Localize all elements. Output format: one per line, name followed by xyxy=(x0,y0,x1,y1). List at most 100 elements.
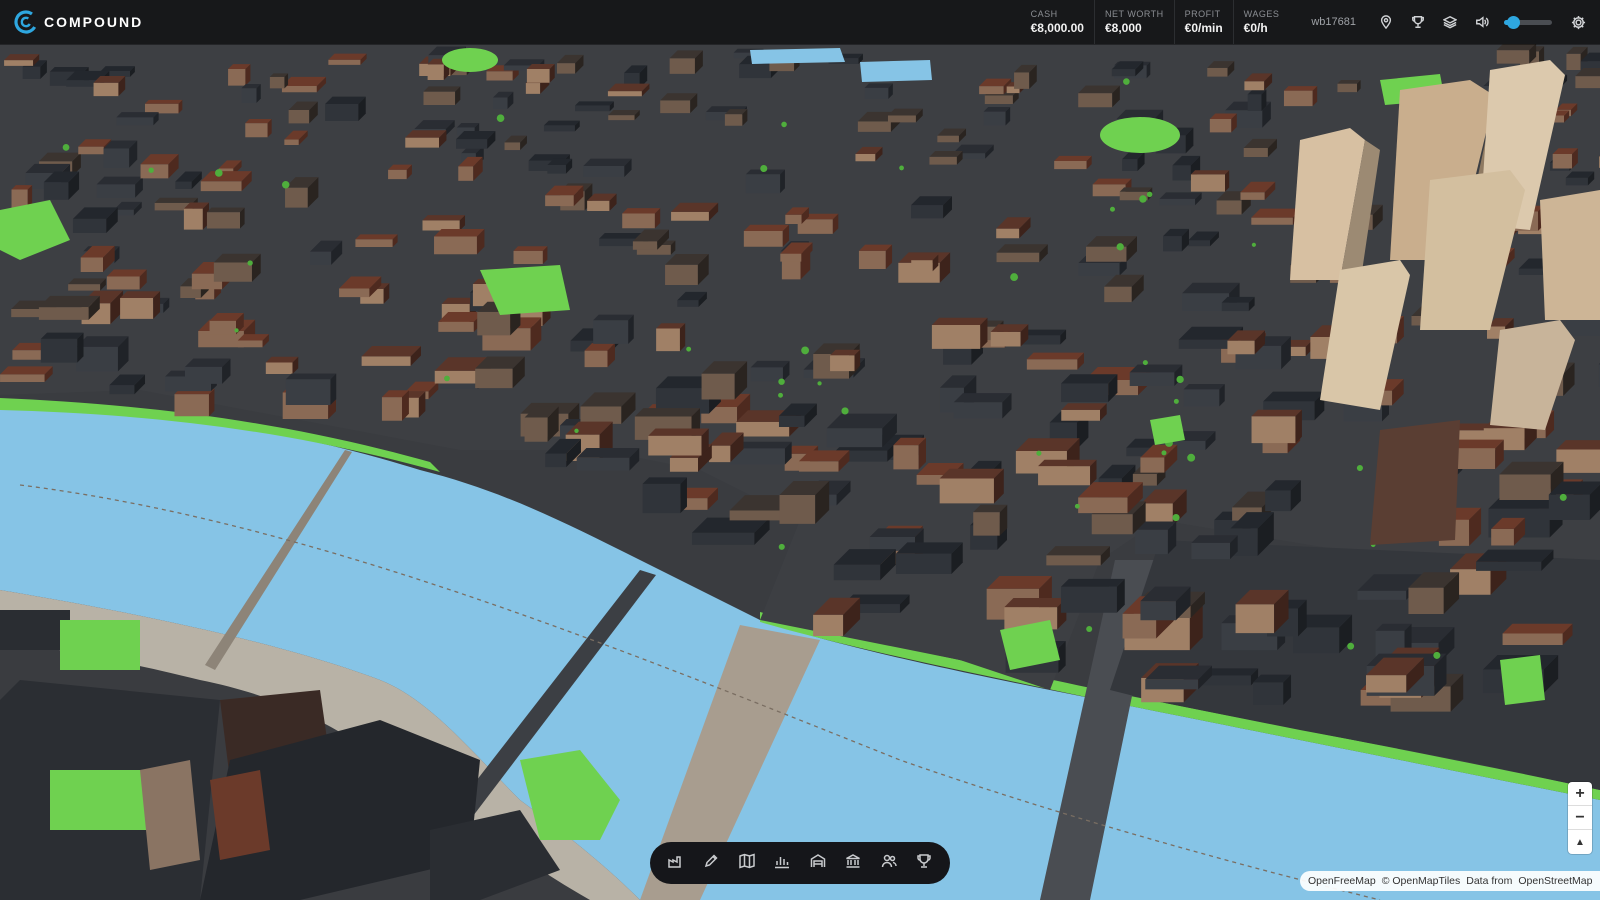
building-facade xyxy=(288,110,310,124)
dock-bank-button[interactable] xyxy=(837,847,869,879)
dock-trophy-button[interactable] xyxy=(908,847,940,879)
settings-gear-icon[interactable] xyxy=(1562,0,1594,44)
building xyxy=(355,234,398,248)
building xyxy=(648,428,709,456)
tree xyxy=(1433,651,1441,659)
building xyxy=(665,253,709,286)
building-roof xyxy=(1191,535,1238,543)
building-facade xyxy=(140,164,169,179)
building-roof xyxy=(543,120,580,126)
zoom-out-button[interactable]: − xyxy=(1568,806,1592,830)
building-facade xyxy=(103,148,130,168)
building-facade xyxy=(0,374,45,382)
zoom-in-button[interactable]: + xyxy=(1568,782,1592,806)
building-facade xyxy=(175,181,192,189)
tree xyxy=(215,169,223,177)
building-roof xyxy=(743,224,790,231)
building-facade xyxy=(724,114,743,126)
building-facade xyxy=(1178,339,1230,349)
building-facade xyxy=(575,105,610,112)
building-roof xyxy=(106,269,147,277)
building-facade xyxy=(973,512,1000,536)
attribution-openstreetmap-link[interactable]: OpenStreetMap xyxy=(1518,875,1592,887)
building-facade xyxy=(576,457,630,471)
building-facade xyxy=(1337,83,1358,93)
building-facade xyxy=(96,184,136,198)
location-pin-icon[interactable] xyxy=(1370,0,1402,44)
building-facade xyxy=(1476,561,1542,571)
building xyxy=(1060,578,1125,613)
city-map-3d[interactable] xyxy=(0,0,1600,900)
tree xyxy=(1176,375,1184,384)
warehouse-icon xyxy=(810,853,826,874)
trophy-icon[interactable] xyxy=(1402,0,1434,44)
building-facade xyxy=(228,69,246,86)
volume-slider-knob[interactable] xyxy=(1506,15,1520,29)
building-roof xyxy=(1263,391,1325,402)
building xyxy=(422,215,466,231)
building-facade xyxy=(931,325,981,349)
tree xyxy=(1172,513,1180,522)
building-facade xyxy=(1061,409,1101,421)
tree xyxy=(778,392,783,398)
building-facade xyxy=(1207,67,1228,77)
layers-icon[interactable] xyxy=(1434,0,1466,44)
dock-factory-button[interactable] xyxy=(660,847,692,879)
map-canvas[interactable] xyxy=(0,0,1600,900)
building-facade xyxy=(911,205,944,219)
bar-chart-icon xyxy=(774,853,790,874)
bank-icon xyxy=(845,853,861,874)
building-facade xyxy=(1243,147,1268,158)
building-facade xyxy=(858,250,886,269)
building xyxy=(265,356,299,375)
dock-map-button[interactable] xyxy=(731,847,763,879)
building-roof xyxy=(1038,459,1097,467)
park-small-1 xyxy=(1150,415,1185,445)
stat-wages-label: WAGES xyxy=(1243,9,1280,19)
dock-warehouse-button[interactable] xyxy=(802,847,834,879)
building-facade xyxy=(284,139,299,146)
building-facade xyxy=(911,260,933,272)
dock-stats-button[interactable] xyxy=(766,847,798,879)
tree xyxy=(899,165,904,171)
building-roof xyxy=(434,229,485,237)
building-facade xyxy=(1026,359,1078,370)
building-facade xyxy=(200,181,242,192)
building-facade xyxy=(1054,160,1087,170)
tree xyxy=(1173,398,1179,404)
building-facade xyxy=(1496,50,1530,64)
building-facade xyxy=(708,445,731,463)
top-bar: COMPOUND CASH €8,000.00 NET WORTH €8,000… xyxy=(0,0,1600,44)
building-facade xyxy=(281,86,317,93)
volume-icon[interactable] xyxy=(1466,0,1498,44)
building-facade xyxy=(206,212,241,229)
dock-people-button[interactable] xyxy=(873,847,905,879)
attribution-openmaptiles-link[interactable]: © OpenMapTiles xyxy=(1382,875,1461,887)
building-roof xyxy=(100,66,135,72)
dock-edit-button[interactable] xyxy=(695,847,727,879)
building-facade xyxy=(743,230,783,247)
building xyxy=(116,112,159,126)
building-facade xyxy=(4,60,34,66)
building-facade xyxy=(864,87,889,99)
app-logo[interactable]: COMPOUND xyxy=(14,10,143,34)
building-facade xyxy=(269,76,285,89)
tree xyxy=(817,381,822,386)
building-roof xyxy=(1502,623,1573,634)
building-facade xyxy=(120,298,154,319)
compass-reset-button[interactable]: ▲ xyxy=(1568,830,1592,854)
building-facade xyxy=(1209,118,1232,133)
building-facade xyxy=(486,71,513,81)
building-facade xyxy=(144,103,179,114)
building-facade xyxy=(660,100,691,114)
building-facade xyxy=(996,252,1040,263)
tree xyxy=(1161,450,1167,456)
volume-slider[interactable] xyxy=(1504,15,1552,29)
stat-profit-label: PROFIT xyxy=(1184,9,1221,19)
map-icon xyxy=(739,852,755,874)
username[interactable]: wb17681 xyxy=(1311,0,1356,44)
building-facade xyxy=(813,614,844,637)
building xyxy=(750,360,790,382)
building-roof xyxy=(576,448,640,458)
attribution-openfreemap-link[interactable]: OpenFreeMap xyxy=(1308,875,1376,887)
